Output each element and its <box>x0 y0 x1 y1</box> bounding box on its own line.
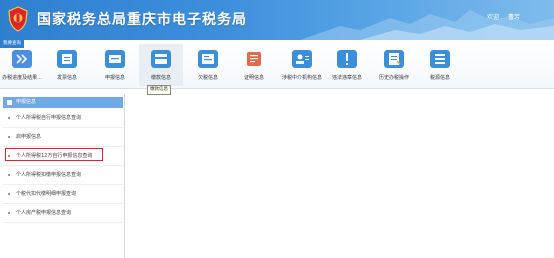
toolbar-item-label: 申报信息 <box>104 75 125 81</box>
toolbar-item-payment[interactable]: 缴款信息 <box>139 44 183 86</box>
toolbar-item-history[interactable]: 历史办税操作 <box>372 44 416 86</box>
username-link[interactable]: 曹芳 <box>508 12 520 21</box>
sidebar-heading: 申报信息 <box>3 97 123 108</box>
sidebar: 申报信息 个人所得税自行申报信息查询 启申报信息 个人所得税12万自行申报信息查… <box>0 94 125 258</box>
toolbar-item-label: 发票信息 <box>56 75 77 81</box>
sidebar-item-label: 个人所得税扣缴申报信息查询 <box>16 172 82 178</box>
query-toolbar: 我要查询 办税进度及结果... 发票信息 申报信息 缴款信息 欠税信息 证明信息… <box>0 40 554 89</box>
tax-source-icon <box>430 50 450 68</box>
site-title: 国家税务总局重庆市电子税务局 <box>37 12 247 28</box>
warning-icon <box>337 50 357 68</box>
toolbar-item-label: 证明信息 <box>243 75 264 81</box>
payment-icon <box>151 50 171 68</box>
sidebar-item-withholding-detail[interactable]: 个税代扣代缴明细申报查询 <box>3 185 123 204</box>
sidebar-item-declaration-info[interactable]: 启申报信息 <box>3 128 123 147</box>
sidebar-item-property-tax[interactable]: 个人房产税申报信息查询 <box>3 204 123 223</box>
toolbar-item-progress[interactable]: 办税进度及结果... <box>0 44 44 86</box>
invoice-icon <box>57 50 77 68</box>
toolbar-item-label: 缴款信息 <box>150 75 171 81</box>
bullet-icon <box>8 117 10 119</box>
sidebar-item-withholding-declaration[interactable]: 个人所得税扣缴申报信息查询 <box>3 166 123 185</box>
sidebar-heading-label: 申报信息 <box>16 99 37 105</box>
toolbar-item-label: 欠税信息 <box>197 75 218 81</box>
annotation-highlight-box <box>5 148 103 161</box>
toolbar-item-label: 历史办税操作 <box>378 75 409 81</box>
payment-tooltip: 缴款信息 <box>147 85 171 95</box>
toolbar-item-tax-owed[interactable]: 欠税信息 <box>186 44 230 86</box>
toolbar-item-tax-source[interactable]: 税源信息 <box>418 44 462 86</box>
agency-icon <box>292 50 312 68</box>
toolbar-item-violation[interactable]: 违法违章信息 <box>325 44 369 86</box>
welcome-text: 欢迎 <box>487 14 500 21</box>
bullet-icon <box>8 212 10 214</box>
declaration-icon <box>105 50 125 68</box>
sidebar-item-label: 启申报信息 <box>16 134 42 140</box>
list-icon <box>7 100 12 105</box>
sidebar-item-label: 个人所得税自行申报信息查询 <box>16 115 82 121</box>
app-header: 国家税务总局重庆市电子税务局 欢迎 曹芳 <box>0 0 554 40</box>
sidebar-item-label: 个人房产税申报信息查询 <box>16 210 72 216</box>
sidebar-item-self-declaration[interactable]: 个人所得税自行申报信息查询 <box>3 109 123 128</box>
toolbar-item-label: 税源信息 <box>429 75 450 81</box>
toolbar-item-agency[interactable]: 涉税中介机构信息 <box>280 44 324 86</box>
tax-owed-icon <box>198 50 218 68</box>
bullet-icon <box>8 193 10 195</box>
toolbar-item-invoice[interactable]: 发票信息 <box>45 44 89 86</box>
bullet-icon <box>8 174 10 176</box>
toolbar-item-label: 涉税中介机构信息 <box>281 75 322 81</box>
tax-emblem-icon <box>8 6 28 32</box>
toolbar-item-declaration[interactable]: 申报信息 <box>93 44 137 86</box>
bullet-icon <box>8 136 10 138</box>
toolbar-item-label: 违法违章信息 <box>331 75 362 81</box>
history-icon <box>384 50 404 68</box>
toolbar-item-certificate[interactable]: 证明信息 <box>232 44 276 86</box>
toolbar-item-label: 办税进度及结果... <box>2 75 42 81</box>
certificate-icon <box>247 52 261 66</box>
double-chevron-icon <box>12 50 32 68</box>
sidebar-item-label: 个税代扣代缴明细申报查询 <box>16 191 77 197</box>
